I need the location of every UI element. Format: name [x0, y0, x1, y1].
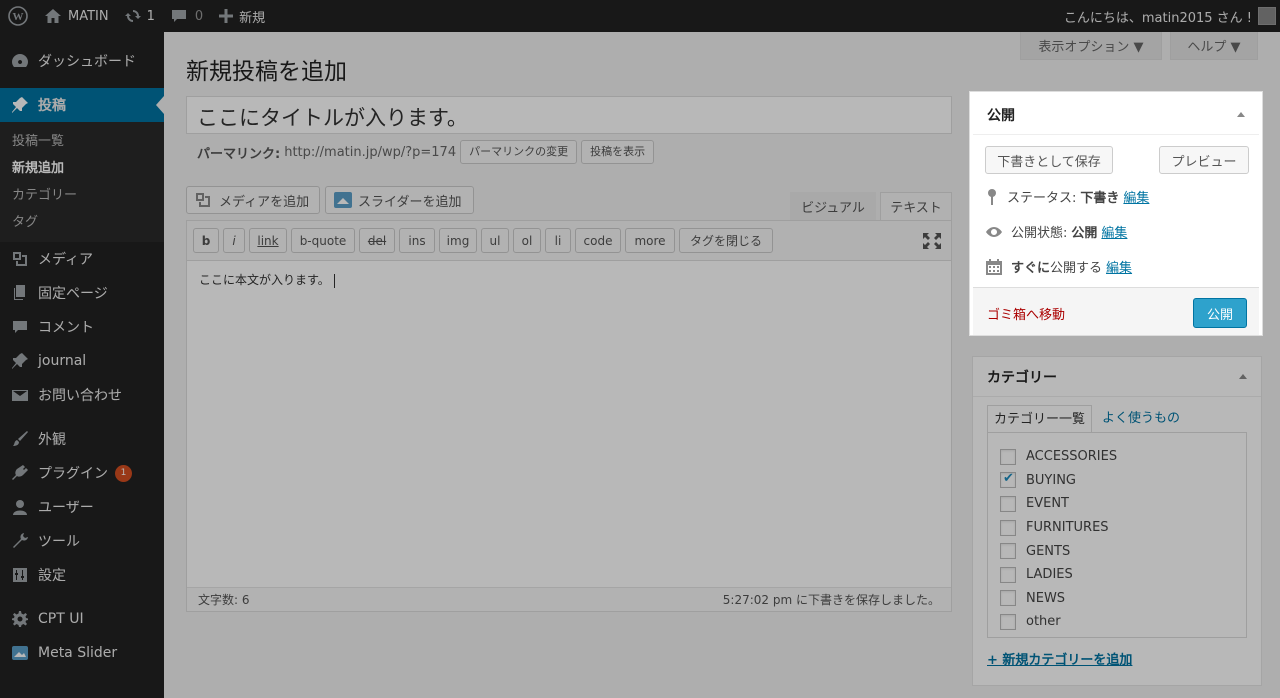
publish-header[interactable]: 公開	[973, 95, 1259, 135]
move-to-trash-link[interactable]: ゴミ箱へ移動	[987, 304, 1065, 323]
pin-icon	[988, 188, 996, 205]
edit-status-link[interactable]: 編集	[1123, 187, 1149, 206]
calendar-icon	[986, 258, 1002, 275]
edit-visibility-link[interactable]: 編集	[1101, 222, 1127, 241]
publish-actions: ゴミ箱へ移動 公開	[973, 287, 1259, 335]
status-row: ステータス: 下書き 編集	[985, 187, 1149, 206]
eye-icon	[986, 226, 1002, 237]
visibility-row: 公開状態: 公開 編集	[985, 222, 1127, 241]
collapse-arrow-icon[interactable]	[1237, 112, 1245, 117]
preview-button[interactable]: プレビュー	[1159, 146, 1249, 174]
schedule-row: すぐに 公開する 編集	[985, 257, 1132, 276]
save-draft-button[interactable]: 下書きとして保存	[985, 146, 1113, 174]
edit-schedule-link[interactable]: 編集	[1106, 257, 1132, 276]
publish-button[interactable]: 公開	[1193, 298, 1247, 328]
publish-box: 公開 下書きとして保存 プレビュー ステータス: 下書き 編集 公開状態: 公開…	[969, 91, 1263, 336]
